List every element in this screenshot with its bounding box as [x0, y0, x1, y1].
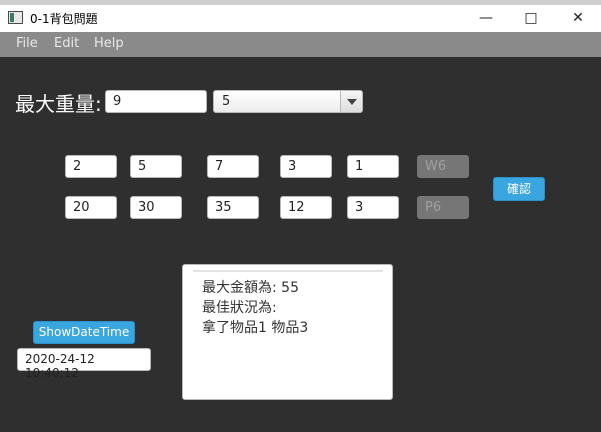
- close-icon[interactable]: ✕: [555, 5, 601, 32]
- weight-input-5[interactable]: 1: [347, 155, 399, 178]
- datetime-field[interactable]: 2020-24-12 10:40:12: [17, 348, 151, 380]
- weight-input-6: W6: [417, 155, 469, 178]
- weight-input-2[interactable]: 5: [130, 155, 182, 178]
- maximize-icon[interactable]: □: [508, 5, 554, 32]
- menu-file[interactable]: File: [16, 36, 38, 51]
- max-weight-input[interactable]: 9: [105, 90, 207, 113]
- combo-selected-value: 5: [222, 94, 231, 109]
- menu-edit[interactable]: Edit: [54, 36, 79, 51]
- max-weight-label: 最大重量:: [15, 92, 102, 116]
- price-input-6: P6: [417, 196, 469, 219]
- app-icon: [8, 11, 23, 24]
- result-best-case-label: 最佳狀況為:: [202, 300, 277, 316]
- result-max-amount: 最大金額為: 55: [202, 280, 299, 296]
- price-input-2[interactable]: 30: [130, 196, 182, 219]
- weight-input-4[interactable]: 3: [280, 155, 332, 178]
- price-input-5[interactable]: 3: [347, 196, 399, 219]
- minimize-icon[interactable]: —: [463, 5, 509, 32]
- item-count-combobox[interactable]: 5: [213, 90, 363, 113]
- weight-input-3[interactable]: 7: [207, 155, 259, 178]
- window-title: 0-1背包問題: [30, 12, 98, 26]
- menu-bar: File Edit Help: [0, 32, 601, 57]
- confirm-button[interactable]: 確認: [493, 177, 545, 201]
- weight-input-1[interactable]: 2: [65, 155, 117, 178]
- chevron-down-icon[interactable]: [340, 91, 362, 112]
- show-datetime-button[interactable]: ShowDateTime: [33, 321, 135, 344]
- price-input-3[interactable]: 35: [207, 196, 259, 219]
- price-input-4[interactable]: 12: [280, 196, 332, 219]
- result-divider: [193, 270, 383, 272]
- menu-help[interactable]: Help: [94, 36, 124, 51]
- result-items-taken: 拿了物品1 物品3: [202, 320, 309, 336]
- result-text-area[interactable]: 最大金額為: 55 最佳狀況為: 拿了物品1 物品3: [182, 264, 393, 400]
- price-input-1[interactable]: 20: [65, 196, 117, 219]
- title-bar: 0-1背包問題 — □ ✕: [0, 5, 601, 32]
